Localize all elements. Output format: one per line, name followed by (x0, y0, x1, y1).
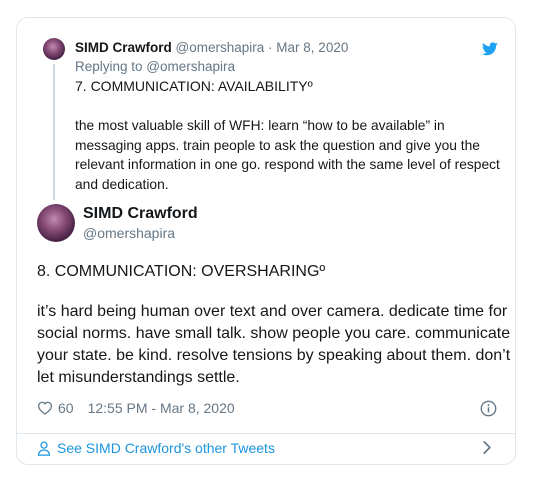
parent-tweet-date[interactable]: Mar 8, 2020 (276, 40, 348, 55)
main-avatar[interactable] (37, 204, 75, 242)
main-author-name[interactable]: SIMD Crawford (83, 205, 198, 223)
heart-icon[interactable] (37, 401, 53, 415)
main-tweet-body: it’s hard being human over text and over… (37, 303, 511, 386)
see-other-tweets-link[interactable]: See SIMD Crawford's other Tweets (37, 439, 275, 457)
replying-to-label: Replying to @omershapira (75, 59, 236, 74)
main-tweet-heading: 8. COMMUNICATION: OVERSHARINGº (37, 263, 326, 280)
person-icon (37, 441, 51, 456)
see-other-tweets-label[interactable]: See SIMD Crawford's other Tweets (57, 440, 275, 456)
chevron-right-icon[interactable] (482, 440, 492, 455)
parent-tweet-header: SIMD Crawford @omershapira · Mar 8, 2020 (75, 40, 348, 55)
footer-divider (17, 433, 515, 434)
parent-tweet-heading: 7. COMMUNICATION: AVAILABILITYº (75, 78, 313, 94)
parent-author-handle[interactable]: @omershapira (176, 40, 265, 55)
thread-connector-line (53, 64, 55, 200)
tweet-timestamp[interactable]: 12:55 PM - Mar 8, 2020 (88, 400, 235, 416)
parent-tweet-body: the most valuable skill of WFH: learn “h… (75, 118, 500, 192)
like-count[interactable]: 60 (58, 400, 74, 416)
parent-author-name[interactable]: SIMD Crawford (75, 40, 172, 55)
tweet-actions-row: 60 12:55 PM - Mar 8, 2020 (37, 399, 235, 417)
parent-avatar[interactable] (43, 38, 65, 60)
twitter-bird-icon[interactable] (482, 42, 498, 56)
main-author-handle[interactable]: @omershapira (83, 225, 175, 241)
embedded-tweet-card: SIMD Crawford @omershapira · Mar 8, 2020… (16, 17, 516, 465)
info-icon[interactable] (480, 400, 497, 417)
